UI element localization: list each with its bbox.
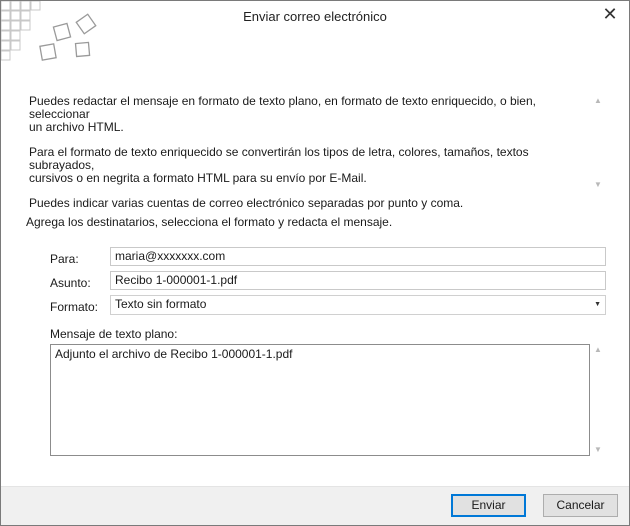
info-paragraph-3: Puedes indicar varias cuentas de correo … [29, 196, 464, 210]
subject-label: Asunto: [50, 276, 91, 290]
format-select[interactable]: Texto sin formato ▼ [110, 295, 606, 315]
chevron-down-icon[interactable]: ▼ [594, 298, 601, 311]
scroll-up-icon[interactable]: ▲ [592, 344, 604, 356]
dialog-title: Enviar correo electrónico [243, 9, 387, 24]
email-dialog: Enviar correo electrónico ✕ Puedes redac… [0, 0, 630, 526]
dialog-footer: Enviar Cancelar [1, 486, 629, 525]
info-scrollbar[interactable]: ▲ ▼ [592, 95, 604, 191]
send-button[interactable]: Enviar [451, 494, 526, 517]
to-field[interactable]: maria@xxxxxxx.com [110, 247, 606, 266]
info-paragraph-1: Puedes redactar el mensaje en formato de… [29, 94, 536, 134]
message-textarea[interactable]: Adjunto el archivo de Recibo 1-000001-1.… [50, 344, 590, 456]
scroll-down-icon[interactable]: ▼ [592, 444, 604, 456]
format-label: Formato: [50, 300, 99, 314]
subject-field[interactable]: Recibo 1-000001-1.pdf [110, 271, 606, 290]
format-select-value: Texto sin formato [115, 297, 207, 311]
instruction-text: Agrega los destinatarios, selecciona el … [26, 215, 393, 229]
message-label: Mensaje de texto plano: [50, 327, 178, 341]
scroll-down-icon[interactable]: ▼ [592, 179, 604, 191]
scroll-up-icon[interactable]: ▲ [592, 95, 604, 107]
info-paragraph-2: Para el formato de texto enriquecido se … [29, 145, 529, 185]
info-text: Puedes redactar el mensaje en formato de… [29, 94, 589, 210]
message-scrollbar[interactable]: ▲ ▼ [592, 344, 604, 456]
to-label: Para: [50, 252, 79, 266]
cancel-button[interactable]: Cancelar [543, 494, 618, 517]
close-icon[interactable]: ✕ [601, 5, 619, 23]
